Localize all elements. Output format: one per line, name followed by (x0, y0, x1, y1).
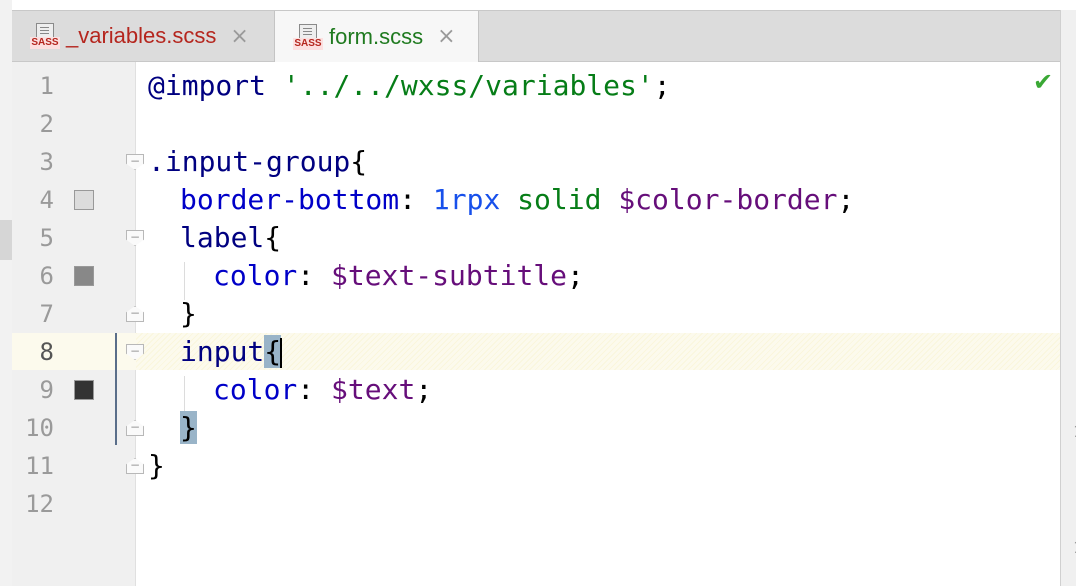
color-swatch-icon[interactable] (74, 380, 94, 400)
close-icon[interactable]: × (437, 24, 455, 49)
line-number[interactable]: 3 (14, 143, 54, 181)
code-line: 4 border-bottom: 1rpx solid $color-borde… (0, 181, 1060, 219)
close-icon[interactable]: × (230, 24, 248, 49)
code-line: 1 @import '../../wxss/variables'; (0, 67, 1060, 105)
line-number[interactable]: 4 (14, 181, 54, 219)
tab-form-scss[interactable]: SASS form.scss × (274, 11, 479, 62)
code-line: 3 − .input-group{ (0, 143, 1060, 181)
code-line: 6 color: $text-subtitle; (0, 257, 1060, 295)
line-number[interactable]: 7 (14, 295, 54, 333)
right-scroll-strip[interactable]: 1 1 (1060, 10, 1076, 586)
line-number[interactable]: 6 (14, 257, 54, 295)
code-line: 7 − } (0, 295, 1060, 333)
code-line: 11 − } (0, 447, 1060, 485)
matched-brace: } (180, 411, 197, 444)
code-line: 9 color: $text; (0, 371, 1060, 409)
code-text[interactable]: @import '../../wxss/variables'; (148, 67, 671, 105)
tab-variables-scss[interactable]: SASS _variables.scss × (12, 11, 272, 61)
sass-badge: SASS (30, 37, 60, 49)
code-text[interactable]: label{ (180, 219, 281, 257)
tab-bar: SASS _variables.scss × SASS form.scss × (12, 10, 1060, 62)
code-text[interactable]: } (180, 295, 197, 333)
tab-label: form.scss (329, 23, 424, 49)
code-text[interactable]: input{ (180, 333, 283, 371)
line-number[interactable]: 5 (14, 219, 54, 257)
line-number[interactable]: 9 (14, 371, 54, 409)
text-cursor (280, 338, 283, 368)
color-swatch-icon[interactable] (74, 190, 94, 210)
code-line: 10 − } (0, 409, 1060, 447)
code-line: 12 (0, 485, 1060, 523)
code-text[interactable]: border-bottom: 1rpx solid $color-border; (180, 181, 854, 219)
sass-file-icon: SASS (30, 21, 60, 51)
sass-file-icon: SASS (293, 22, 323, 52)
line-number[interactable]: 12 (14, 485, 54, 523)
fold-end-icon[interactable]: − (126, 458, 144, 474)
code-text[interactable]: .input-group{ (148, 143, 367, 181)
line-number[interactable]: 10 (14, 409, 54, 447)
line-number[interactable]: 11 (14, 447, 54, 485)
line-number[interactable]: 1 (14, 67, 54, 105)
code-line-current: 8 − input{ (0, 333, 1060, 371)
code-line: 2 (0, 105, 1060, 143)
line-number[interactable]: 2 (14, 105, 54, 143)
sass-badge: SASS (293, 37, 323, 50)
fold-end-icon[interactable]: − (126, 306, 144, 322)
code-text[interactable]: color: $text; (213, 371, 432, 409)
color-swatch-icon[interactable] (74, 266, 94, 286)
tab-label: _variables.scss (66, 23, 217, 48)
code-text[interactable]: } (180, 409, 197, 447)
fold-end-icon[interactable]: − (126, 420, 144, 436)
fold-collapse-icon[interactable]: − (126, 230, 144, 246)
code-text[interactable]: color: $text-subtitle; (213, 257, 584, 295)
fold-collapse-icon[interactable]: − (126, 154, 144, 170)
code-text[interactable]: } (148, 447, 165, 485)
code-line: 5 − label{ (0, 219, 1060, 257)
matched-brace: { (264, 335, 282, 368)
fold-collapse-icon[interactable]: − (126, 344, 144, 360)
line-number[interactable]: 8 (14, 333, 54, 371)
